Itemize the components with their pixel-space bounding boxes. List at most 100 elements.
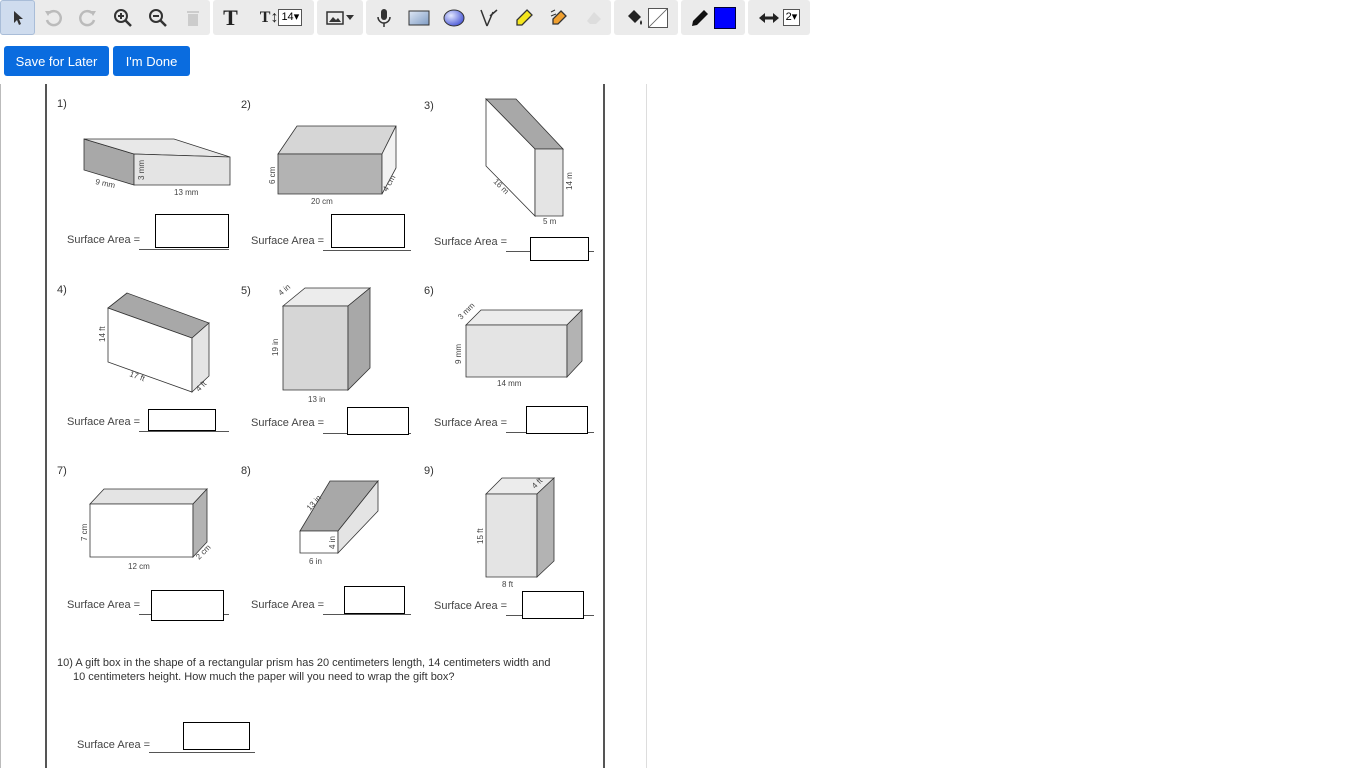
pencil-icon	[692, 9, 708, 26]
redo-icon	[78, 9, 96, 26]
prism-figure-9: 15 ft 4 ft 8 ft	[476, 476, 556, 589]
fill-group	[614, 0, 678, 35]
answer-box-3[interactable]	[530, 237, 589, 261]
rectangle-icon	[408, 10, 429, 25]
dimension-label: 14 mm	[497, 379, 522, 388]
delete-button[interactable]	[175, 0, 210, 35]
double-arrow-icon	[758, 12, 779, 23]
surface-area-label: Surface Area =	[434, 600, 508, 612]
zoom-in-button[interactable]	[105, 0, 140, 35]
prism-figures: 9 mm 3 mm 13 mm 6 cm 20 cm 4 cm 16 m 14 …	[80, 98, 583, 589]
dimension-label: 4 in	[277, 282, 293, 297]
image-group	[317, 0, 363, 35]
ellipse-tool-button[interactable]	[436, 0, 471, 35]
document-border-right	[646, 84, 647, 768]
dimension-label: 13 in	[308, 395, 325, 404]
surface-area-label: Surface Area =	[77, 739, 151, 751]
text-tool-button[interactable]: T	[213, 0, 248, 35]
pen-nib-icon	[479, 8, 497, 26]
surface-area-label: Surface Area =	[67, 234, 141, 246]
text-icon: T	[223, 4, 238, 30]
audio-button[interactable]	[366, 0, 401, 35]
dimension-label: 8 ft	[502, 580, 514, 589]
undo-button[interactable]	[35, 0, 70, 35]
answer-box-8[interactable]	[344, 586, 405, 614]
dimension-label: 4 in	[328, 536, 337, 549]
insert-image-button[interactable]	[317, 0, 363, 35]
surface-area-label: Surface Area =	[251, 235, 325, 247]
document-border-left	[0, 84, 1, 768]
answer-box-10[interactable]	[183, 722, 250, 750]
done-button[interactable]: I'm Done	[113, 46, 190, 76]
ellipse-icon	[443, 9, 464, 26]
save-for-later-button[interactable]: Save for Later	[4, 46, 109, 76]
prism-figure-1: 9 mm 3 mm 13 mm	[83, 138, 231, 197]
dimension-label: 12 cm	[128, 562, 150, 571]
word-problem-text: A gift box in the shape of a rectangular…	[75, 657, 551, 669]
surface-area-label: Surface Area =	[251, 599, 325, 611]
pointer-icon	[13, 10, 23, 25]
history-group	[0, 0, 210, 35]
dimension-label: 6 cm	[268, 166, 277, 184]
prism-figure-3: 16 m 14 m 5 m	[485, 98, 574, 226]
dimension-label: 6 in	[309, 557, 322, 566]
line-width-select[interactable]: 2▾	[782, 9, 801, 26]
text-size-control[interactable]: T↕ 14▾	[248, 0, 314, 35]
answer-box-2[interactable]	[331, 214, 405, 248]
stroke-swatch	[714, 6, 736, 29]
eraser-icon	[586, 11, 601, 24]
dimension-label: 14 ft	[98, 326, 107, 342]
answer-line	[149, 752, 255, 753]
answer-box-6[interactable]	[526, 406, 588, 434]
dimension-label: 20 cm	[311, 197, 333, 206]
fill-color-button[interactable]	[614, 0, 678, 35]
word-problem: 10) A gift box in the shape of a rectang…	[57, 656, 577, 684]
prism-figure-6: 3 mm 9 mm 14 mm	[454, 301, 583, 388]
answer-box-4[interactable]	[148, 409, 216, 431]
answer-box-1[interactable]	[155, 214, 229, 248]
prism-figure-7: 7 cm 12 cm 2 cm	[80, 487, 213, 571]
prism-figure-5: 4 in 19 in 13 in	[271, 282, 372, 404]
dimension-label: 14 m	[565, 172, 574, 190]
surface-area-label: Surface Area =	[67, 599, 141, 611]
worksheet-page: 1) 2) 3) 4) 5) 6) 7) 8) 9) 9 mm 3 mm 13 …	[45, 84, 605, 768]
line-width-control[interactable]: 2▾	[748, 0, 810, 35]
answer-line	[139, 431, 229, 432]
pen-tool-button[interactable]	[471, 0, 506, 35]
dimension-label: 15 ft	[476, 528, 485, 544]
text-size-select[interactable]: 14▾	[278, 9, 303, 26]
word-problem-text: 10 centimeters height. How much the pape…	[73, 671, 455, 683]
rectangle-tool-button[interactable]	[401, 0, 436, 35]
trash-icon	[186, 10, 199, 26]
highlighter-icon	[515, 8, 533, 26]
answer-line	[323, 250, 411, 251]
eraser-tool-button[interactable]	[576, 0, 611, 35]
select-tool-button[interactable]	[0, 0, 35, 35]
prism-figure-4: 14 ft 17 ft 4 ft	[98, 292, 210, 393]
zoom-out-icon	[148, 8, 167, 27]
dimension-label: 7 cm	[80, 523, 89, 541]
answer-box-9[interactable]	[522, 591, 584, 619]
shape-group	[366, 0, 611, 35]
prism-figure-2: 6 cm 20 cm 4 cm	[268, 125, 398, 206]
text-size-icon: T↕	[259, 8, 279, 26]
caret-down-icon	[346, 14, 354, 20]
surface-area-label: Surface Area =	[434, 236, 508, 248]
dimension-label: 5 m	[543, 217, 557, 226]
redo-button[interactable]	[70, 0, 105, 35]
dimension-label: 13 mm	[174, 188, 199, 197]
zoom-in-icon	[113, 8, 132, 27]
answer-line	[139, 249, 229, 250]
problem-number: 10)	[57, 657, 73, 669]
answer-box-5[interactable]	[347, 407, 409, 435]
marker-tool-button[interactable]	[541, 0, 576, 35]
stroke-color-button[interactable]	[681, 0, 745, 35]
highlighter-tool-button[interactable]	[506, 0, 541, 35]
drawing-toolbar: T T↕ 14▾ 2▾	[0, 0, 813, 36]
answer-box-7[interactable]	[151, 590, 224, 621]
surface-area-label: Surface Area =	[251, 417, 325, 429]
marker-icon	[550, 9, 567, 25]
zoom-out-button[interactable]	[140, 0, 175, 35]
prism-figure-8: 13 in 4 in 6 in	[299, 479, 379, 566]
stroke-group	[681, 0, 745, 35]
